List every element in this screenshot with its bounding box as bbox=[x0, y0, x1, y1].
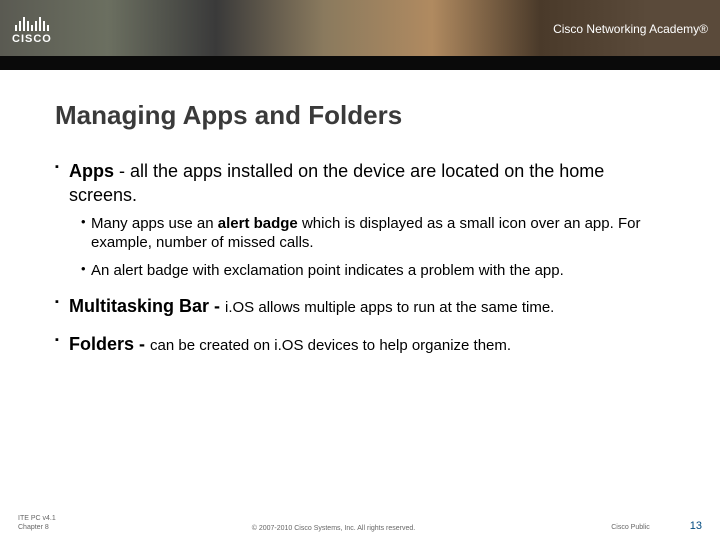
bullet-multi-lead: Multitasking Bar - bbox=[69, 296, 225, 316]
header-background: CISCO Cisco Networking Academy® bbox=[0, 0, 720, 58]
cisco-logo-text: CISCO bbox=[12, 33, 52, 45]
bullet-apps-line: Apps - all the apps installed on the dev… bbox=[55, 159, 665, 208]
footer-public: Cisco Public bbox=[611, 524, 650, 531]
bullet-apps: Apps - all the apps installed on the dev… bbox=[55, 159, 665, 280]
bullet-folders-trail: can be created on i.OS devices to help o… bbox=[150, 337, 511, 354]
cisco-logo: CISCO bbox=[12, 13, 52, 45]
footer-left: ITE PC v4.1 Chapter 8 bbox=[18, 514, 56, 532]
footer-version: ITE PC v4.1 bbox=[18, 514, 56, 523]
sub1-pre: Many apps use an bbox=[91, 215, 218, 232]
slide-header: CISCO Cisco Networking Academy® bbox=[0, 0, 720, 70]
bullet-apps-lead: Apps bbox=[69, 161, 114, 181]
bullet-multi-line: Multitasking Bar - i.OS allows multiple … bbox=[55, 294, 665, 318]
page-number: 13 bbox=[690, 520, 702, 532]
sub1-bold: alert badge bbox=[218, 215, 298, 232]
bullet-folders-line: Folders - can be created on i.OS devices… bbox=[55, 332, 665, 356]
bullet-apps-sub2: An alert badge with exclamation point in… bbox=[55, 261, 665, 281]
sub2-pre: An alert badge with exclamation point in… bbox=[91, 262, 564, 279]
footer-chapter: Chapter 8 bbox=[18, 523, 56, 532]
slide-content: Managing Apps and Folders Apps - all the… bbox=[0, 70, 720, 357]
header-underline bbox=[0, 56, 720, 70]
slide-title: Managing Apps and Folders bbox=[55, 100, 665, 131]
bullet-apps-sub1: Many apps use an alert badge which is di… bbox=[55, 214, 665, 253]
cisco-bars-icon bbox=[15, 13, 49, 31]
bullet-folders: Folders - can be created on i.OS devices… bbox=[55, 332, 665, 356]
academy-label: Cisco Networking Academy® bbox=[553, 22, 708, 36]
footer-right: Cisco Public 13 bbox=[611, 520, 702, 532]
bullet-multitasking: Multitasking Bar - i.OS allows multiple … bbox=[55, 294, 665, 318]
bullet-multi-trail: i.OS allows multiple apps to run at the … bbox=[225, 299, 554, 316]
bullet-folders-lead: Folders - bbox=[69, 334, 150, 354]
bullet-apps-rest: - all the apps installed on the device a… bbox=[69, 161, 604, 205]
slide-footer: ITE PC v4.1 Chapter 8 © 2007-2010 Cisco … bbox=[0, 514, 720, 532]
footer-copyright: © 2007-2010 Cisco Systems, Inc. All righ… bbox=[56, 525, 612, 532]
